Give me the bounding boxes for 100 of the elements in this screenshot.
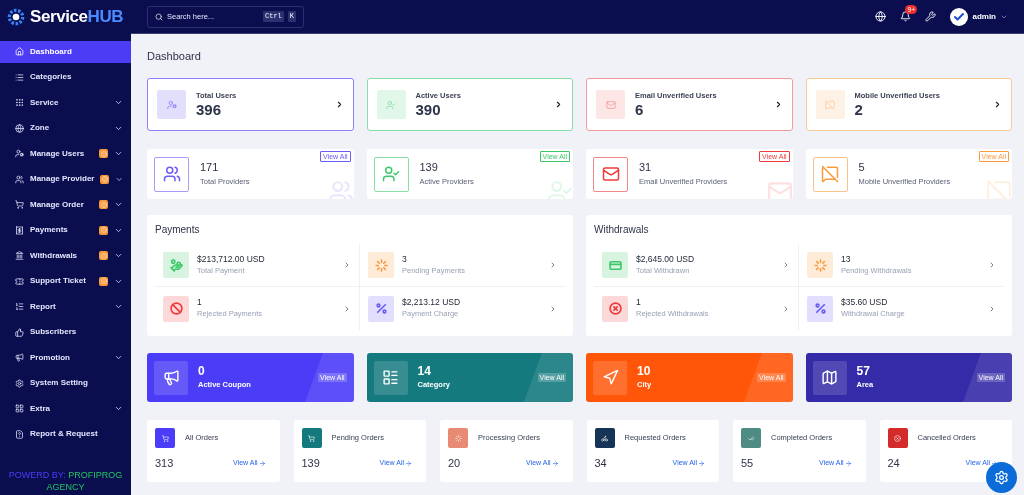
sidebar-item[interactable]: Manage Provider [0, 168, 131, 190]
bank-icon [15, 251, 24, 261]
summary-value: 3 [402, 253, 408, 265]
sidebar-item[interactable]: System Setting [0, 372, 131, 394]
receipt-icon [15, 225, 24, 235]
user-name[interactable]: admin [972, 10, 996, 23]
sidebar-item[interactable]: Withdrawals [0, 245, 131, 267]
user-check-icon [386, 99, 396, 110]
mail-icon [766, 179, 793, 199]
sidebar-item[interactable]: Categories [0, 66, 131, 88]
stat-value: 396 [196, 101, 223, 120]
brand-name: ServiceHUB [30, 6, 124, 29]
order-count: 20 [448, 456, 461, 471]
megaphone-icon [162, 369, 180, 386]
thumbs-up-icon [15, 327, 24, 337]
arrow-right-icon [991, 459, 998, 467]
arrow-right-icon [844, 459, 852, 467]
stat-value: 390 [415, 101, 442, 120]
summary-value: $35.60 USD [841, 297, 889, 309]
sidebar-item[interactable]: Promotion [0, 347, 131, 369]
sidebar-item[interactable]: Extra [0, 398, 131, 420]
user-check-icon [547, 179, 573, 199]
globe-icon [15, 123, 24, 133]
home-icon [15, 47, 24, 57]
list-icon [15, 302, 24, 312]
sidebar-item[interactable]: Service [0, 92, 131, 114]
sidebar-item[interactable]: Report [0, 296, 131, 318]
loader-icon [454, 434, 462, 442]
chevron-right-icon [782, 261, 790, 269]
sidebar-item[interactable]: Manage Users [0, 143, 131, 165]
grid-dots-icon [15, 98, 24, 108]
summary-value: $2,213.12 USD [402, 297, 462, 309]
panel-title: Payments [155, 224, 201, 236]
summary-value: 1 [636, 297, 642, 309]
cart-icon [161, 434, 169, 442]
tile-value: 14 [417, 364, 432, 380]
wrench-icon[interactable] [925, 11, 937, 22]
ticket-icon [15, 276, 24, 286]
order-count: 139 [301, 456, 320, 471]
circle-x-icon [894, 434, 901, 442]
bike-icon [601, 434, 608, 442]
list-icon [382, 369, 399, 386]
sidebar-item[interactable]: Zone [0, 117, 131, 139]
summary-value: 1 [197, 297, 203, 309]
message-off-icon [825, 99, 835, 110]
stat-value: 5 [858, 160, 866, 175]
stat-value: 171 [200, 160, 220, 175]
sidebar-item[interactable]: Report & Request [0, 423, 131, 445]
chevron-right-icon [782, 304, 790, 313]
order-count: 24 [887, 456, 900, 471]
globe-icon[interactable] [875, 11, 887, 22]
sidebar-item[interactable]: Support Ticket [0, 270, 131, 292]
sidebar-item[interactable]: Dashboard [0, 41, 131, 63]
order-count: 55 [741, 456, 754, 471]
list-icon [15, 72, 24, 82]
page-title: Dashboard [147, 50, 202, 63]
search-icon [155, 12, 163, 21]
map-icon [821, 369, 838, 386]
bell-icon[interactable] [900, 11, 912, 22]
arrow-right-icon [698, 459, 705, 467]
stat-value: 2 [854, 101, 864, 120]
arrow-right-icon [405, 459, 412, 467]
chevron-right-icon [993, 100, 1002, 109]
chevron-right-icon [988, 261, 996, 269]
stat-value: 31 [639, 160, 653, 175]
chevron-right-icon [549, 304, 557, 313]
megaphone-icon [15, 353, 24, 363]
document-icon [15, 429, 24, 439]
tile-value: 0 [198, 364, 206, 380]
double-check-icon [747, 434, 755, 442]
chevron-right-icon [549, 261, 557, 269]
arrow-right-icon [551, 459, 559, 467]
users-icon [15, 174, 24, 184]
users-icon [162, 165, 181, 183]
gear-logo-icon [6, 7, 26, 27]
sidebar-item[interactable]: Subscribers [0, 321, 131, 343]
user-gear-icon [166, 99, 177, 110]
order-count: 34 [594, 456, 607, 471]
summary-value: $2,645.00 USD [636, 253, 696, 265]
tile-value: 10 [637, 364, 652, 380]
powered-by-text: POWERD BY: PROFIPROG AGENCY [7, 469, 124, 493]
message-off-icon [821, 165, 839, 183]
order-count: 313 [155, 456, 174, 471]
users-icon [327, 179, 354, 199]
sidebar-item[interactable]: Payments [0, 219, 131, 241]
chevron-right-icon [343, 261, 351, 269]
sidebar-item[interactable]: Manage Order [0, 194, 131, 216]
cart-icon [308, 434, 315, 442]
user-gear-icon [15, 149, 24, 159]
grid-icon [15, 404, 24, 414]
mail-icon [605, 99, 616, 110]
chevron-right-icon [988, 304, 996, 313]
arrow-right-icon [258, 459, 266, 467]
user-check-icon [382, 165, 400, 183]
panel-title: Withdrawals [594, 224, 650, 236]
avatar[interactable] [950, 7, 969, 26]
chevron-right-icon [554, 100, 563, 109]
summary-value: 13 [841, 253, 852, 265]
settings-icon [994, 470, 1009, 485]
summary-value: $213,712.00 USD [197, 253, 266, 265]
